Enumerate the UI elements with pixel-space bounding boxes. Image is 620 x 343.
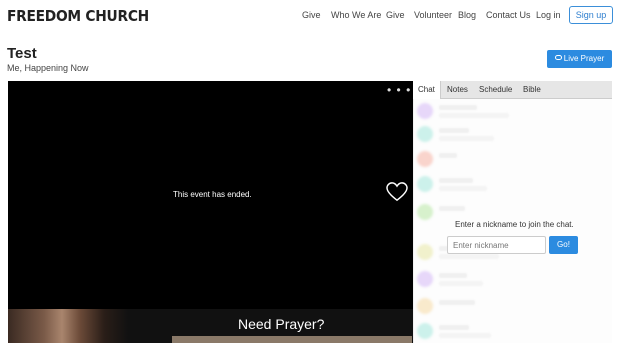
nav-give[interactable]: Give — [302, 10, 321, 20]
tab-notes[interactable]: Notes — [447, 85, 468, 94]
top-navigation-bar: FREEDOM CHURCH Give Who We Are Give Volu… — [0, 0, 620, 32]
nav-volunteer[interactable]: Volunteer — [414, 10, 452, 20]
tab-bible[interactable]: Bible — [523, 85, 541, 94]
sidebar-tabs: Chat Notes Schedule Bible — [413, 81, 612, 99]
prayer-promo-banner[interactable] — [8, 309, 413, 343]
heart-icon[interactable] — [386, 182, 408, 202]
tab-schedule[interactable]: Schedule — [479, 85, 512, 94]
more-options-icon[interactable]: • • • — [387, 84, 411, 96]
live-prayer-button[interactable]: Live Prayer — [547, 50, 612, 68]
need-prayer-text: Need Prayer? — [238, 316, 325, 332]
join-chat-message: Enter a nickname to join the chat. — [455, 220, 574, 229]
nav-contact-us[interactable]: Contact Us — [486, 10, 531, 20]
chat-bubble-icon — [554, 55, 562, 61]
event-ended-message: This event has ended. — [173, 190, 252, 199]
nav-give-2[interactable]: Give — [386, 10, 405, 20]
tab-chat[interactable]: Chat — [413, 81, 441, 99]
nickname-input[interactable] — [447, 236, 546, 254]
nav-who-we-are[interactable]: Who We Are — [331, 10, 381, 20]
sign-up-button[interactable]: Sign up — [569, 6, 613, 24]
site-logo[interactable]: FREEDOM CHURCH — [7, 7, 149, 25]
praying-hands-image — [8, 309, 128, 343]
event-title: Test — [7, 45, 37, 62]
live-prayer-label: Live Prayer — [563, 54, 605, 63]
video-player[interactable] — [8, 81, 413, 343]
nav-blog[interactable]: Blog — [458, 10, 476, 20]
event-subtitle: Me, Happening Now — [7, 63, 89, 73]
go-button[interactable]: Go! — [549, 236, 578, 254]
promo-bar — [172, 336, 412, 343]
nav-log-in[interactable]: Log in — [536, 10, 561, 20]
